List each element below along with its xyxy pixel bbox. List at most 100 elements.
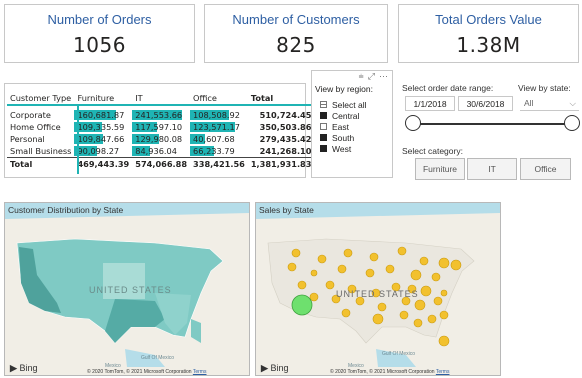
cell-furniture: 109,335.59	[74, 121, 132, 133]
slicer-item-east[interactable]: East	[320, 121, 367, 132]
state-bubble-highlighted[interactable]	[291, 294, 313, 316]
kpi-value: 825	[276, 33, 316, 57]
state-bubble[interactable]	[399, 310, 409, 320]
cell-office: 108,508.92	[190, 109, 248, 121]
state-bubble[interactable]	[291, 248, 301, 258]
focus-mode-icon[interactable]: ⤢	[368, 71, 375, 82]
category-button-it[interactable]: IT	[467, 158, 517, 180]
kpi-card-customers[interactable]: Number of Customers 825	[204, 4, 388, 63]
date-start-input[interactable]: 1/1/2018	[405, 96, 455, 111]
state-bubble[interactable]	[420, 285, 432, 297]
customer-type-matrix[interactable]: Customer Type Furniture IT Office Total …	[4, 83, 315, 178]
bing-logo: ▶ Bing	[261, 363, 289, 373]
table-row[interactable]: Personal 109,847.66 129,980.08 40,607.68…	[7, 133, 314, 145]
terms-link[interactable]: Terms	[436, 369, 450, 375]
kpi-card-orders-value[interactable]: Total Orders Value 1.38M	[398, 4, 579, 63]
state-bubble[interactable]	[397, 246, 407, 256]
date-range-track[interactable]	[414, 123, 572, 125]
state-bubble[interactable]	[309, 292, 319, 302]
checked-checkbox-icon[interactable]	[320, 134, 327, 141]
kpi-title: Total Orders Value	[435, 12, 542, 27]
matrix-row-separator	[77, 104, 79, 174]
state-bubble[interactable]	[450, 259, 462, 271]
state-dropdown[interactable]: All ⌵	[520, 96, 579, 111]
state-bubble[interactable]	[343, 248, 353, 258]
map-country-label: UNITED STATES	[89, 285, 172, 295]
state-bubble[interactable]	[317, 254, 327, 264]
region-slicer[interactable]: ⩧ ⤢ ⋯ View by region: Select all Central…	[311, 70, 393, 178]
date-start-handle[interactable]	[405, 115, 421, 131]
filter-icon[interactable]: ⩧	[359, 71, 364, 82]
cell-it: 129,980.08	[132, 133, 190, 145]
cell-it: 574,066.88	[135, 159, 188, 169]
state-bubble[interactable]	[433, 296, 443, 306]
cell-it: 84,936.04	[132, 145, 190, 158]
kpi-value: 1.38M	[456, 33, 521, 57]
row-label: Small Business	[10, 146, 72, 156]
state-bubble[interactable]	[438, 257, 450, 269]
slicer-title: View by region:	[315, 84, 373, 94]
map-copyright: © 2020 TomTom, © 2021 Microsoft Corporat…	[87, 369, 207, 375]
row-label: Home Office	[10, 122, 61, 132]
state-bubble[interactable]	[440, 289, 448, 297]
cell-furniture: 90,098.27	[74, 145, 132, 158]
chevron-down-icon: ⌵	[569, 98, 576, 108]
state-bubble[interactable]	[365, 268, 375, 278]
matrix-header[interactable]: Customer Type	[7, 92, 74, 105]
state-bubble[interactable]	[341, 308, 351, 318]
state-bubble[interactable]	[413, 318, 423, 328]
cell-total: 510,724.45	[259, 110, 312, 120]
customer-distribution-map[interactable]: Customer Distribution by State UNITED ST…	[4, 202, 250, 376]
cell-office: 66,233.79	[190, 145, 248, 158]
cell-total: 241,268.10	[259, 146, 312, 156]
state-bubble[interactable]	[337, 264, 347, 274]
category-button-office[interactable]: Office	[520, 158, 571, 180]
cell-office: 123,571.17	[190, 121, 248, 133]
state-bubble[interactable]	[385, 264, 395, 274]
table-row[interactable]: Small Business 90,098.27 84,936.04 66,23…	[7, 145, 314, 158]
total-row[interactable]: Total 469,443.39 574,066.88 338,421.56 1…	[7, 157, 315, 171]
cell-total: 279,435.42	[259, 134, 312, 144]
table-row[interactable]: Home Office 109,335.59 117,597.10 123,57…	[7, 121, 314, 133]
matrix-header-row: Customer Type Furniture IT Office Total	[7, 92, 315, 105]
state-bubble[interactable]	[410, 269, 422, 281]
state-bubble[interactable]	[427, 314, 437, 324]
state-bubble[interactable]	[310, 269, 318, 277]
unchecked-checkbox-icon[interactable]	[320, 123, 327, 130]
state-bubble[interactable]	[377, 302, 387, 312]
state-bubble[interactable]	[419, 256, 429, 266]
matrix-header[interactable]: IT	[132, 92, 190, 105]
state-bubble[interactable]	[431, 272, 441, 282]
state-bubble[interactable]	[439, 310, 449, 320]
checked-checkbox-icon[interactable]	[320, 145, 327, 152]
cell-total: 1,381,931.83	[250, 159, 312, 169]
slicer-item-south[interactable]: South	[320, 132, 367, 143]
state-bubble[interactable]	[297, 280, 307, 290]
sales-by-state-map[interactable]: Sales by State UNITED STATES Gulf Of Mex…	[255, 202, 501, 376]
map-gulf-label: Gulf Of Mexico	[141, 355, 175, 361]
date-end-input[interactable]: 30/6/2018	[458, 96, 513, 111]
row-label: Personal	[10, 134, 45, 144]
matrix-header[interactable]: Office	[190, 92, 248, 105]
state-bubble[interactable]	[372, 313, 384, 325]
checked-checkbox-icon[interactable]	[320, 112, 327, 119]
slicer-item-select-all[interactable]: Select all	[320, 99, 367, 110]
matrix-header[interactable]: Furniture	[74, 92, 132, 105]
category-button-furniture[interactable]: Furniture	[415, 158, 465, 180]
state-bubble[interactable]	[287, 262, 297, 272]
state-bubble[interactable]	[438, 335, 450, 347]
more-options-icon[interactable]: ⋯	[379, 71, 388, 82]
terms-link[interactable]: Terms	[193, 369, 207, 375]
matrix-header[interactable]: Total	[248, 92, 315, 105]
state-bubble[interactable]	[414, 299, 426, 311]
state-bubble[interactable]	[325, 280, 335, 290]
bing-icon: ▶	[10, 363, 17, 373]
map-country-label: UNITED STATES	[336, 289, 419, 299]
partial-checkbox-icon[interactable]	[320, 101, 327, 108]
slicer-item-west[interactable]: West	[320, 143, 367, 154]
kpi-card-orders[interactable]: Number of Orders 1056	[4, 4, 195, 63]
table-row[interactable]: Corporate 160,681.87 241,553.66 108,508.…	[7, 109, 314, 121]
slicer-item-central[interactable]: Central	[320, 110, 367, 121]
state-bubble[interactable]	[369, 252, 379, 262]
date-end-handle[interactable]	[564, 115, 580, 131]
